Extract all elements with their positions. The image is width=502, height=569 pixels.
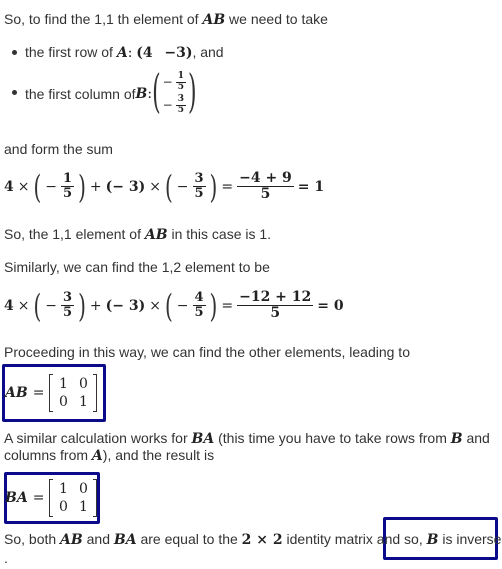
similar-calc-line-1: A similar calculation works for BA (this…: [4, 430, 490, 447]
column-vector: −1 5 −3 5: [162, 71, 186, 115]
similar-calc-line-2: columns from A), and the result is: [4, 447, 215, 464]
identity-matrix: 10 01: [49, 374, 98, 412]
bullet-icon: [12, 49, 17, 55]
ba-result: BA = 10 01: [5, 479, 98, 517]
bullet-first-row: the first row of A: (4 −3), and: [12, 44, 224, 61]
equation-1: 4 × ( − 15 ) + (− 3) × ( − 35 ) = −4 + 9…: [4, 167, 325, 207]
conclusion-1: So, the 1,1 element of AB in this case i…: [4, 226, 272, 243]
math-var: AB: [202, 12, 226, 28]
proceeding-text: Proceeding in this way, we can find the …: [4, 344, 410, 360]
form-sum-text: and form the sum: [4, 141, 113, 157]
ab-result: AB = 10 01: [5, 374, 98, 412]
similarly-text: Similarly, we can find the 1,2 element t…: [4, 259, 270, 275]
equation-2: 4 × ( − 35 ) + (− 3) × ( − 45 ) = −12 + …: [4, 286, 344, 326]
intro-text: So, to find the 1,1 th element of AB we …: [4, 11, 328, 28]
bullet-icon: [12, 90, 17, 96]
final-line: So, both AB and BA are equal to the 2 × …: [4, 531, 502, 548]
identity-matrix: 10 01: [49, 479, 98, 517]
trailing-period: .: [4, 550, 8, 566]
bullet-first-column: the first column of B: ( −1 5 −3 5 ): [12, 68, 197, 120]
